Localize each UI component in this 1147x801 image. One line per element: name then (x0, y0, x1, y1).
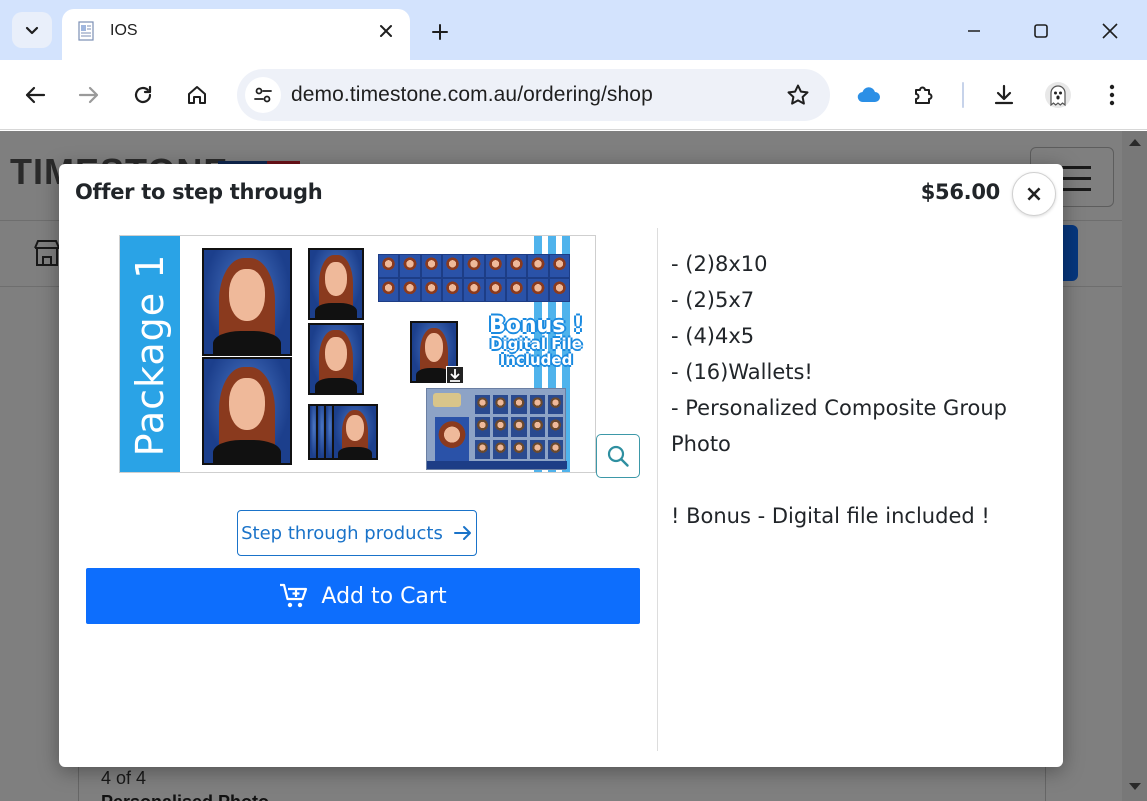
cloud-icon (857, 87, 880, 103)
product-description: - (2)8x10 - (2)5x7 - (4)4x5 - (16)Wallet… (671, 246, 1051, 534)
star-icon (787, 84, 809, 105)
zoom-image-button[interactable] (596, 434, 640, 478)
icloud-extension-button[interactable] (851, 77, 887, 113)
maximize-icon (1034, 24, 1048, 38)
site-settings-icon (254, 87, 272, 103)
cart-plus-icon (280, 583, 308, 608)
home-icon (188, 86, 206, 104)
plus-icon (432, 24, 448, 40)
description-line: - (4)4x5 (671, 324, 755, 348)
more-vert-icon (1109, 84, 1115, 106)
description-line: - (2)5x7 (671, 288, 755, 312)
browser-tab-bar: IOS (0, 0, 1147, 60)
address-bar[interactable]: demo.timestone.com.au/ordering/shop (237, 69, 830, 121)
photo-5x7-1 (308, 248, 364, 320)
download-badge-icon (446, 366, 464, 384)
tab-list-icon (25, 26, 39, 35)
wallet-photos (378, 254, 570, 302)
product-image[interactable]: Package 1 Bonus ! Digital File Included (119, 235, 596, 473)
window-close-button[interactable] (1095, 16, 1125, 46)
minimize-button[interactable] (959, 16, 989, 46)
description-line: - (16)Wallets! (671, 360, 813, 384)
browser-menu-button[interactable] (1094, 77, 1130, 113)
download-icon (994, 84, 1014, 105)
tab-close-button[interactable] (374, 19, 398, 43)
modal-column-divider (657, 228, 658, 751)
site-info-button[interactable] (245, 77, 281, 113)
modal-price: $56.00 (920, 180, 1001, 204)
description-line: - Personalized Composite Group Photo (671, 396, 1007, 456)
search-icon (607, 445, 629, 467)
home-button[interactable] (179, 77, 215, 113)
photo-8x10-1 (202, 248, 292, 356)
bonus-badge: Bonus ! Digital File Included (489, 313, 583, 369)
arrow-right-icon (453, 526, 471, 540)
product-offer-modal: Offer to step through $56.00 × Package 1… (59, 164, 1063, 767)
package-band: Package 1 (120, 236, 180, 472)
toolbar-divider (962, 82, 964, 108)
back-icon (25, 86, 46, 104)
minimize-icon (968, 30, 980, 32)
modal-close-button[interactable]: × (1012, 172, 1056, 216)
tab-title: IOS (110, 22, 138, 39)
close-icon (380, 25, 392, 37)
maximize-button[interactable] (1026, 16, 1056, 46)
description-line: - (2)8x10 (671, 252, 768, 276)
modal-title: Offer to step through (75, 180, 323, 204)
add-to-cart-label: Add to Cart (321, 583, 447, 609)
downloads-button[interactable] (986, 77, 1022, 113)
reload-icon (134, 85, 152, 104)
forward-button[interactable] (71, 77, 107, 113)
composite-group-photo (426, 388, 567, 470)
close-icon (1102, 23, 1118, 39)
document-favicon-icon (78, 21, 94, 41)
browser-tab-active[interactable]: IOS (62, 9, 410, 60)
photo-5x7-2 (308, 323, 364, 395)
step-through-products-button[interactable]: Step through products (237, 510, 477, 556)
bookmark-button[interactable] (784, 81, 812, 109)
photo-8x10-2 (202, 357, 292, 465)
url-text[interactable]: demo.timestone.com.au/ordering/shop (291, 83, 653, 107)
puzzle-icon (915, 86, 933, 104)
new-tab-button[interactable] (426, 18, 454, 46)
profile-button[interactable] (1040, 77, 1076, 113)
step-through-label: Step through products (241, 522, 443, 544)
back-button[interactable] (17, 77, 53, 113)
reload-button[interactable] (125, 77, 161, 113)
description-line: ! Bonus - Digital file included ! (671, 504, 990, 528)
tab-search-button[interactable] (12, 12, 52, 48)
ghost-icon (1045, 82, 1071, 108)
package-label: Package 1 (128, 253, 172, 457)
add-to-cart-button[interactable]: Add to Cart (86, 568, 640, 624)
browser-toolbar: demo.timestone.com.au/ordering/shop (0, 60, 1147, 130)
extensions-button[interactable] (906, 77, 942, 113)
photo-4x5-front (332, 404, 378, 460)
forward-icon (78, 86, 99, 104)
